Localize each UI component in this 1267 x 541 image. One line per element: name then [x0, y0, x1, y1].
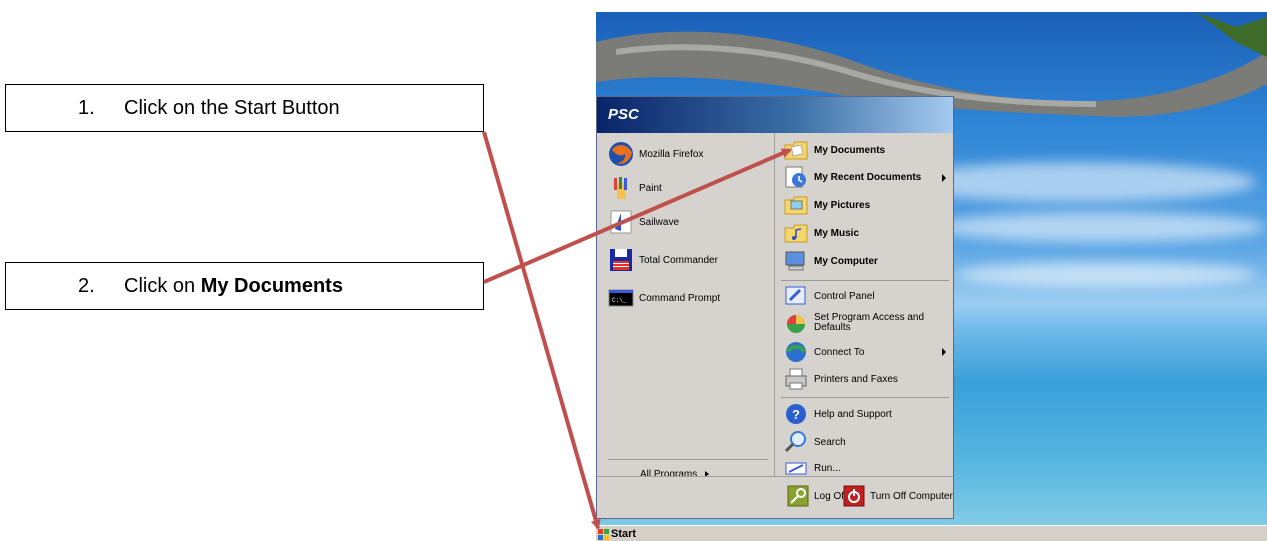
step-text: Click on the Start Button — [124, 96, 340, 119]
cloud — [936, 212, 1266, 242]
menu-item-my-computer[interactable]: My Computer — [783, 248, 878, 274]
menu-item-label: Log Off — [814, 490, 847, 502]
menu-item-label: Sailwave — [639, 216, 680, 228]
step-text: Click on My Documents — [124, 275, 343, 298]
turn-off-computer-button[interactable]: Turn Off Computer — [843, 485, 953, 507]
menu-item-label: Command Prompt — [639, 292, 721, 304]
menu-item-mozilla-firefox[interactable]: Mozilla Firefox — [608, 141, 703, 167]
menu-item-set-program-access[interactable]: Set Program Access and Defaults — [783, 310, 954, 336]
menu-item-my-recent-documents[interactable]: My Recent Documents — [783, 164, 921, 190]
help-separator — [781, 397, 949, 398]
all-programs-separator — [608, 459, 768, 460]
svg-text:C:\_: C:\_ — [612, 297, 627, 304]
submenu-arrow-icon — [942, 174, 946, 182]
menu-item-label: Set Program Access and Defaults — [814, 312, 925, 333]
step-number: 1. — [78, 96, 95, 119]
menu-item-label: Control Panel — [814, 290, 875, 302]
menu-item-my-pictures[interactable]: My Pictures — [783, 192, 870, 218]
menu-item-label: Turn Off Computer — [870, 490, 953, 502]
program-access-icon — [783, 310, 809, 336]
search-icon — [783, 429, 809, 455]
floppy-icon — [608, 247, 634, 273]
start-button[interactable]: Start — [598, 527, 636, 541]
menu-item-label: Help and Support — [814, 408, 892, 420]
pictures-icon — [783, 192, 809, 218]
places-panel: My Documents My Recent Documents My Pict… — [774, 133, 953, 476]
key-icon — [787, 485, 809, 507]
menu-item-connect-to[interactable]: Connect To — [783, 339, 864, 365]
log-off-button[interactable]: Log Off — [787, 485, 847, 507]
start-menu-footer: Log Off Turn Off Computer — [597, 476, 953, 518]
taskbar: Start — [596, 525, 1267, 541]
music-icon — [783, 220, 809, 246]
menu-item-label: Mozilla Firefox — [639, 148, 704, 160]
power-icon — [843, 485, 865, 507]
computer-icon — [783, 248, 809, 274]
menu-item-label: My Computer — [814, 255, 878, 267]
cloud — [956, 262, 1256, 287]
menu-item-paint[interactable]: Paint — [608, 175, 662, 201]
paint-icon — [608, 175, 634, 201]
places-separator — [781, 280, 949, 281]
printer-icon — [783, 366, 809, 392]
user-name: PSC — [608, 106, 639, 123]
step-number: 2. — [78, 274, 95, 297]
start-menu: PSC Mozilla Firefox Paint Sailwave Total… — [596, 96, 954, 519]
menu-item-command-prompt[interactable]: C:\_ Command Prompt — [608, 285, 720, 311]
start-menu-header: PSC — [597, 97, 953, 133]
menu-item-total-commander[interactable]: Total Commander — [608, 247, 718, 273]
menu-item-sailwave[interactable]: Sailwave — [608, 209, 679, 235]
folder-icon — [783, 137, 809, 163]
cmd-icon: C:\_ — [608, 285, 634, 311]
menu-item-label: My Recent Documents — [814, 171, 922, 183]
menu-item-label: Paint — [639, 182, 662, 194]
menu-item-label: Total Commander — [639, 254, 718, 266]
menu-item-label: Search — [814, 436, 846, 448]
start-button-label: Start — [611, 528, 637, 540]
menu-item-label: My Music — [814, 227, 860, 239]
arrow-to-start-button — [482, 131, 601, 530]
recent-icon — [783, 164, 809, 190]
menu-item-help-and-support[interactable]: ? Help and Support — [783, 401, 892, 427]
menu-item-printers-and-faxes[interactable]: Printers and Faxes — [783, 366, 898, 392]
svg-text:?: ? — [792, 407, 800, 422]
pinned-programs-panel: Mozilla Firefox Paint Sailwave Total Com… — [598, 133, 774, 480]
submenu-arrow-icon — [942, 348, 946, 356]
menu-item-my-documents[interactable]: My Documents — [783, 137, 885, 163]
menu-item-label: My Pictures — [814, 199, 871, 211]
help-icon: ? — [783, 401, 809, 427]
step-text-prefix: Click on — [124, 274, 201, 297]
windows-logo-icon — [598, 528, 609, 540]
control-panel-icon — [783, 283, 809, 309]
menu-item-control-panel[interactable]: Control Panel — [783, 283, 875, 309]
callout-step-2: 2. Click on My Documents — [5, 262, 484, 310]
callout-step-1: 1. Click on the Start Button — [5, 84, 484, 132]
desktop-screenshot: PSC Mozilla Firefox Paint Sailwave Total… — [596, 12, 1267, 541]
menu-item-search[interactable]: Search — [783, 429, 846, 455]
sailwave-icon — [608, 209, 634, 235]
menu-item-label: Printers and Faxes — [814, 373, 898, 385]
connect-icon — [783, 339, 809, 365]
menu-item-my-music[interactable]: My Music — [783, 220, 859, 246]
menu-item-label: Run... — [814, 462, 841, 474]
step-text-bold: My Documents — [200, 274, 343, 297]
menu-item-label: Connect To — [814, 346, 865, 358]
menu-item-label: My Documents — [814, 144, 886, 156]
firefox-icon — [608, 141, 634, 167]
